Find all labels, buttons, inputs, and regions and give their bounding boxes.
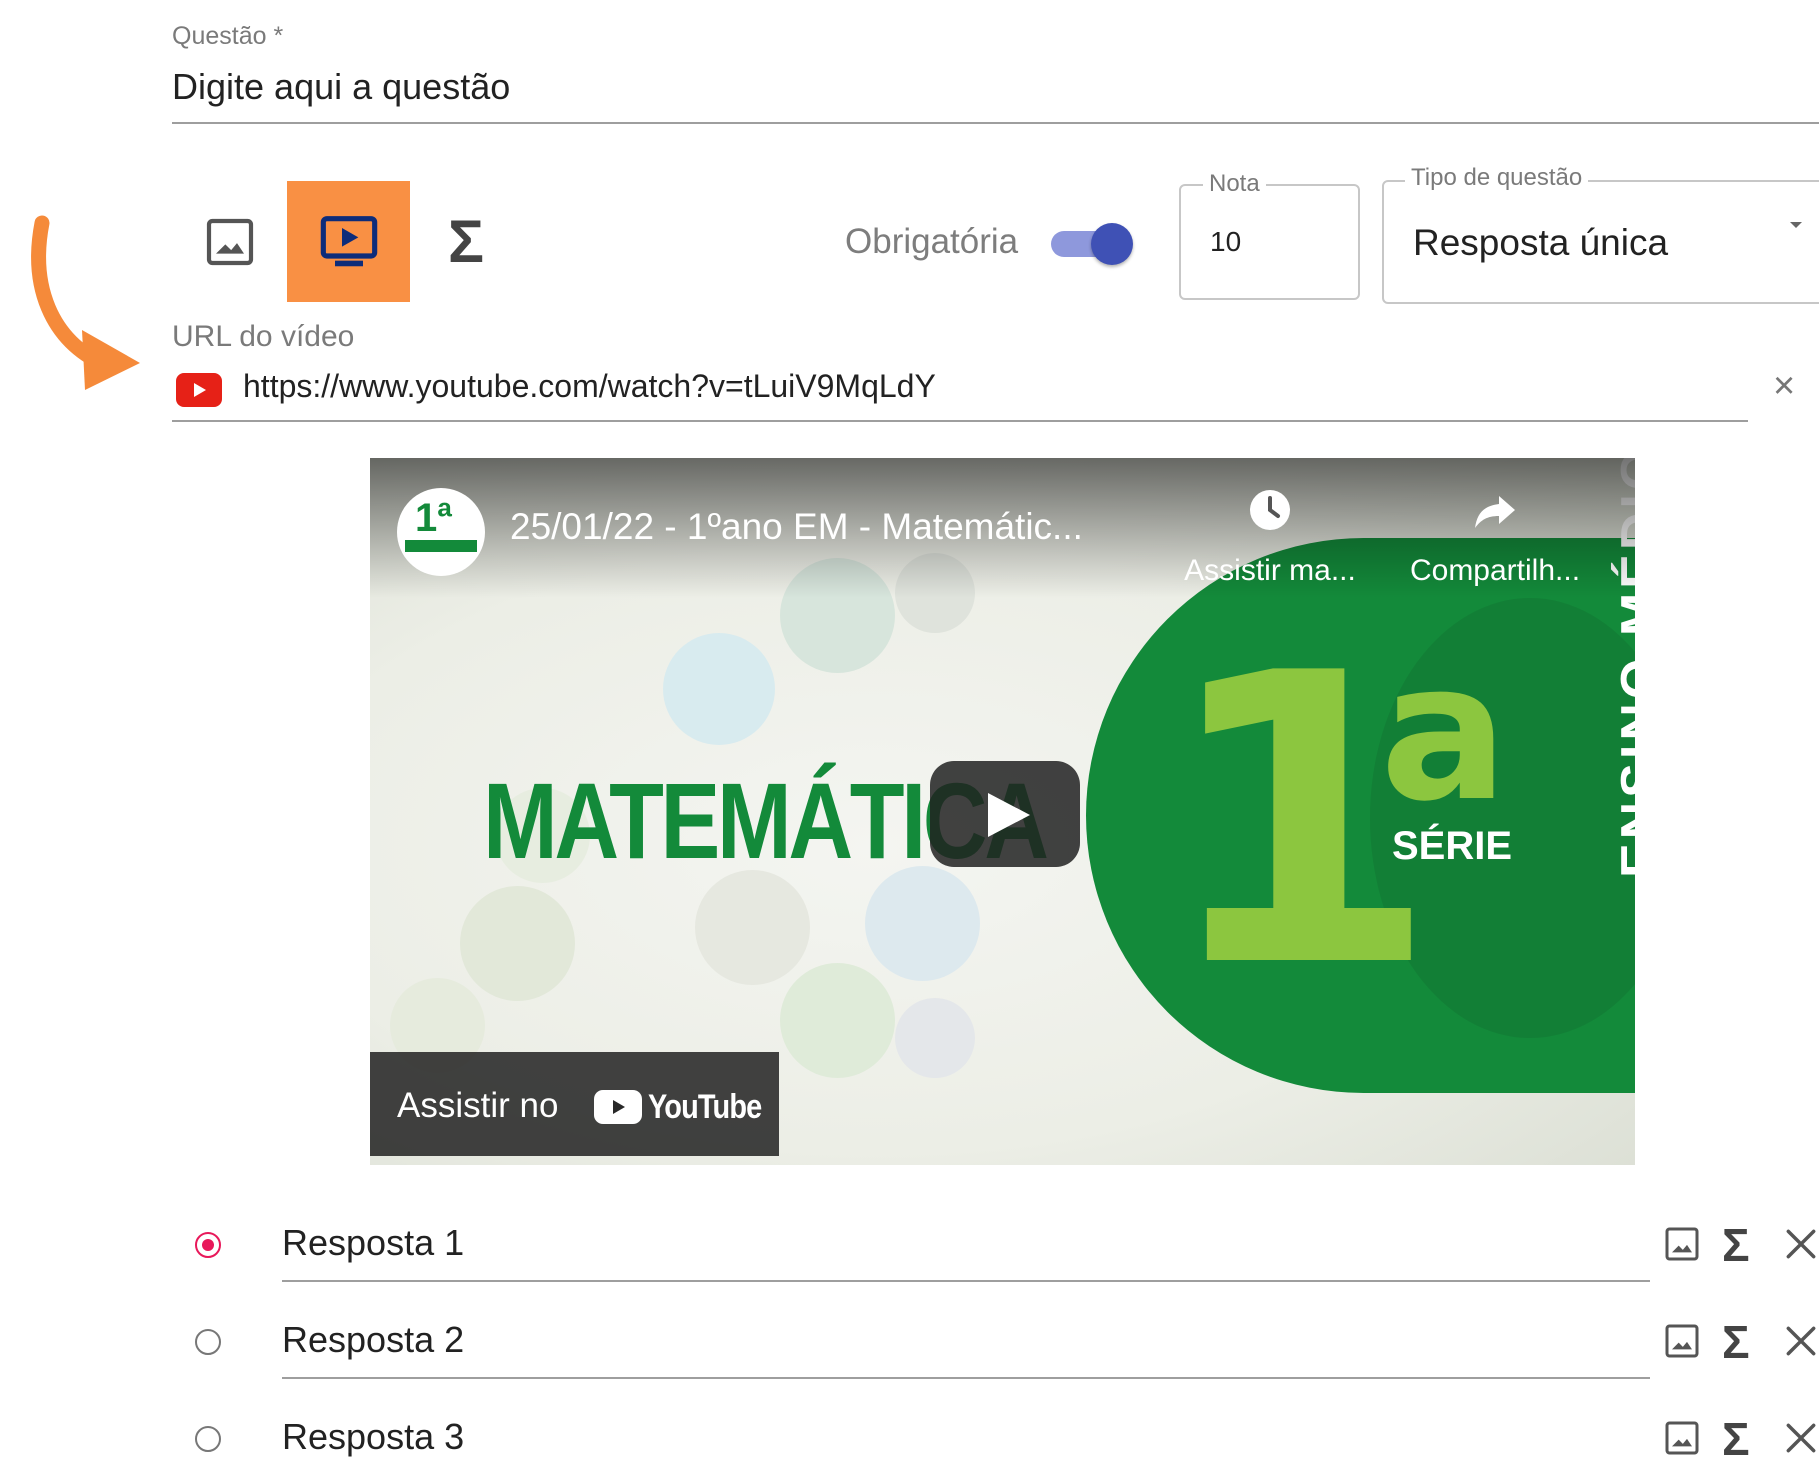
video-url-underline xyxy=(172,420,1748,422)
share-label: Compartilh... xyxy=(1409,554,1581,587)
clock-icon xyxy=(1250,490,1290,530)
video-url-label: URL do vídeo xyxy=(172,320,355,353)
insert-video-button[interactable] xyxy=(287,181,410,302)
answer-input[interactable]: Resposta 2 xyxy=(282,1319,464,1361)
watch-later-button[interactable]: Assistir ma... xyxy=(1180,486,1360,588)
decor-circle xyxy=(695,870,810,985)
answer-input[interactable]: Resposta 1 xyxy=(282,1222,464,1264)
share-button[interactable]: Compartilh... xyxy=(1395,486,1595,588)
play-button[interactable] xyxy=(930,761,1080,867)
required-label: Obrigatória xyxy=(845,222,1019,261)
channel-logo-bar xyxy=(405,540,477,552)
image-icon xyxy=(206,218,254,266)
answer-radio[interactable] xyxy=(195,1426,221,1452)
nota-label: Nota xyxy=(1203,170,1266,198)
video-icon xyxy=(320,215,377,266)
question-type-value[interactable]: Resposta única xyxy=(1413,222,1668,264)
decor-circle xyxy=(865,866,980,981)
answer-row: Resposta 2 Σ xyxy=(0,1313,1819,1409)
image-icon[interactable] xyxy=(1662,1418,1702,1458)
youtube-icon xyxy=(176,373,222,407)
answer-row: Resposta 1 Σ xyxy=(0,1216,1819,1312)
watch-on-label: Assistir no xyxy=(397,1086,559,1125)
answer-radio[interactable] xyxy=(195,1232,221,1258)
sigma-icon: Σ xyxy=(447,208,484,275)
decor-circle xyxy=(895,998,975,1078)
channel-avatar[interactable]: 1ª xyxy=(397,488,485,576)
video-url-input[interactable]: https://www.youtube.com/watch?v=tLuiV9Mq… xyxy=(243,368,936,405)
video-player[interactable]: 1 a SÉRIE ENSINO MÉDIO MATEMÁTICA 1ª 25/… xyxy=(370,458,1635,1165)
answer-underline xyxy=(282,1280,1650,1282)
sigma-icon[interactable]: Σ xyxy=(1722,1319,1750,1365)
close-icon[interactable] xyxy=(1782,1225,1819,1263)
insert-formula-button[interactable]: Σ xyxy=(432,212,500,272)
thumbnail-serie: SÉRIE xyxy=(1392,824,1513,868)
toggle-thumb xyxy=(1091,223,1133,265)
share-icon xyxy=(1475,496,1515,528)
youtube-logo: YouTube xyxy=(594,1088,774,1126)
image-icon[interactable] xyxy=(1662,1224,1702,1264)
nota-field[interactable] xyxy=(1179,184,1360,300)
answer-row: Resposta 3 Σ xyxy=(0,1410,1819,1468)
youtube-logo-icon xyxy=(594,1090,642,1124)
required-toggle[interactable] xyxy=(1051,223,1133,265)
answer-underline xyxy=(282,1377,1650,1379)
sigma-icon[interactable]: Σ xyxy=(1722,1416,1750,1462)
video-title[interactable]: 25/01/22 - 1ºano EM - Matemátic... xyxy=(510,506,1083,548)
clear-url-button[interactable]: × xyxy=(1773,366,1795,406)
youtube-wordmark: YouTube xyxy=(648,1088,762,1126)
decor-circle xyxy=(780,963,895,1078)
dropdown-caret-icon[interactable] xyxy=(1790,222,1802,228)
sigma-icon[interactable]: Σ xyxy=(1722,1222,1750,1268)
answer-input[interactable]: Resposta 3 xyxy=(282,1416,464,1458)
close-icon[interactable] xyxy=(1782,1419,1819,1457)
close-icon[interactable] xyxy=(1782,1322,1819,1360)
nota-input[interactable]: 10 xyxy=(1210,226,1241,258)
question-underline xyxy=(172,122,1819,124)
image-icon[interactable] xyxy=(1662,1321,1702,1361)
question-input[interactable]: Digite aqui a questão xyxy=(172,66,510,108)
thumbnail-ordinal: a xyxy=(1380,622,1509,843)
curved-arrow-icon xyxy=(31,215,140,390)
play-icon xyxy=(988,793,1030,837)
decor-circle xyxy=(663,633,775,745)
channel-logo-text: 1ª xyxy=(415,496,453,540)
watch-later-label: Assistir ma... xyxy=(1184,554,1356,587)
insert-image-button[interactable] xyxy=(200,212,260,272)
watch-on-youtube-button[interactable]: Assistir no YouTube xyxy=(370,1052,779,1156)
question-label: Questão * xyxy=(172,22,284,50)
answer-radio[interactable] xyxy=(195,1329,221,1355)
decor-circle xyxy=(460,886,575,1001)
question-type-label: Tipo de questão xyxy=(1405,164,1589,192)
